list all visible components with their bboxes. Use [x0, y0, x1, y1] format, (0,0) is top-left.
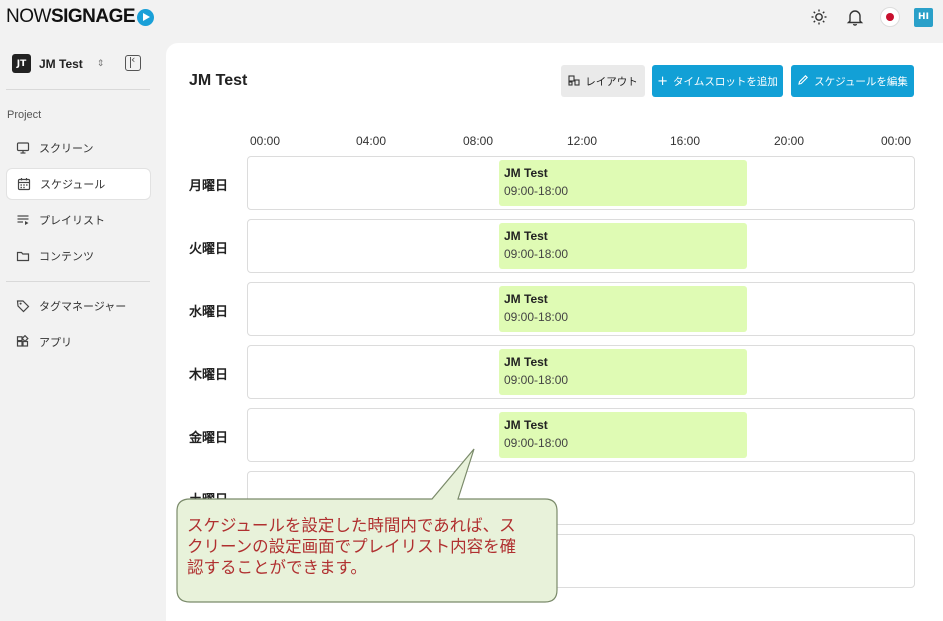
section-label: Project	[7, 109, 42, 121]
time-tick: 12:00	[566, 134, 598, 148]
schedule-row-tuesday[interactable]: JM Test 09:00-18:00	[247, 219, 915, 273]
project-avatar: JT	[12, 54, 31, 73]
project-name: JM Test	[39, 56, 83, 71]
user-avatar[interactable]: HI	[914, 7, 933, 27]
timeslot-time: 09:00-18:00	[504, 184, 569, 198]
edit-schedule-button[interactable]: スケジュールを編集	[791, 65, 914, 97]
sidebar-item-apps[interactable]: アプリ	[6, 326, 151, 358]
timeslot-block[interactable]: JM Test 09:00-18:00	[499, 223, 747, 269]
timeslot-name: JM Test	[504, 166, 548, 180]
calendar-icon	[17, 177, 31, 191]
monitor-icon	[16, 141, 30, 155]
timeslot-time: 09:00-18:00	[504, 373, 569, 387]
logo-text-now: NOW	[6, 6, 51, 27]
tag-icon	[16, 299, 30, 313]
sidebar-item-schedule[interactable]: スケジュール	[6, 168, 151, 200]
top-bar: NOW SIGNAGE HI	[0, 0, 943, 36]
timeslot-name: JM Test	[504, 229, 548, 243]
timeslot-name: JM Test	[504, 355, 548, 369]
day-label-monday: 月曜日	[189, 178, 229, 193]
plus-icon: +	[657, 73, 669, 89]
timeslot-block[interactable]: JM Test 09:00-18:00	[499, 349, 747, 395]
add-timeslot-label: タイムスロットを追加	[673, 75, 778, 88]
callout-text: スケジュールを設定した時間内であれば、ス クリーンの設定画面でプレイリスト内容を…	[187, 515, 547, 578]
sidebar-item-label: プレイリスト	[39, 214, 105, 227]
add-timeslot-button[interactable]: + タイムスロットを追加	[652, 65, 783, 97]
pencil-icon	[797, 74, 809, 89]
callout-line: 認することができます。	[187, 558, 367, 577]
collapse-sidebar-icon[interactable]	[125, 53, 141, 71]
sidebar-item-label: スクリーン	[39, 142, 94, 155]
sidebar-divider	[6, 281, 150, 282]
timeslot-time: 09:00-18:00	[504, 310, 569, 324]
layout-button[interactable]: レイアウト	[561, 65, 645, 97]
edit-schedule-label: スケジュールを編集	[814, 75, 908, 88]
sidebar-item-contents[interactable]: コンテンツ	[6, 240, 151, 272]
sidebar-item-label: コンテンツ	[39, 250, 94, 263]
timeslot-block[interactable]: JM Test 09:00-18:00	[499, 412, 747, 458]
page-title: JM Test	[189, 72, 248, 89]
time-tick: 00:00	[880, 134, 912, 148]
schedule-row-monday[interactable]: JM Test 09:00-18:00	[247, 156, 915, 210]
layout-button-label: レイアウト	[585, 75, 638, 88]
day-label-thursday: 木曜日	[189, 367, 229, 382]
time-tick: 16:00	[669, 134, 701, 148]
language-japan-flag-icon[interactable]	[880, 7, 900, 27]
folder-icon	[16, 249, 30, 263]
schedule-row-thursday[interactable]: JM Test 09:00-18:00	[247, 345, 915, 399]
time-tick: 08:00	[462, 134, 494, 148]
sidebar-item-label: スケジュール	[40, 178, 106, 191]
day-label-friday: 金曜日	[189, 430, 229, 445]
day-label-tuesday: 火曜日	[189, 241, 229, 256]
logo-play-icon	[137, 8, 155, 26]
time-tick: 00:00	[249, 134, 281, 148]
sidebar-item-playlists[interactable]: プレイリスト	[6, 204, 151, 236]
day-label-saturday: 土曜日	[189, 492, 229, 507]
project-switcher-chevron-icon: ⇕	[96, 58, 105, 69]
callout-line: クリーンの設定画面でプレイリスト内容を確	[187, 537, 517, 556]
schedule-row-wednesday[interactable]: JM Test 09:00-18:00	[247, 282, 915, 336]
layout-icon	[568, 74, 580, 89]
theme-toggle-sun-icon[interactable]	[808, 6, 830, 28]
notification-bell-icon[interactable]	[844, 6, 866, 28]
sidebar-item-screens[interactable]: スクリーン	[6, 132, 151, 164]
day-label-wednesday: 水曜日	[189, 304, 229, 319]
schedule-row-friday[interactable]: JM Test 09:00-18:00	[247, 408, 915, 462]
timeslot-block[interactable]: JM Test 09:00-18:00	[499, 160, 747, 206]
callout-line: スケジュールを設定した時間内であれば、ス	[187, 516, 516, 535]
sidebar-divider	[6, 89, 150, 90]
sidebar-item-tag-manager[interactable]: タグマネージャー	[6, 290, 151, 322]
sidebar-item-label: アプリ	[39, 336, 72, 349]
timeslot-block[interactable]: JM Test 09:00-18:00	[499, 286, 747, 332]
timeslot-name: JM Test	[504, 292, 548, 306]
time-tick: 04:00	[355, 134, 387, 148]
sidebar: JT JM Test ⇕ Project スクリーン スケジュール プレイリスト…	[0, 36, 160, 621]
logo-text-signage: SIGNAGE	[50, 6, 136, 27]
nowsignage-logo[interactable]: NOW SIGNAGE	[6, 6, 155, 28]
timeslot-name: JM Test	[504, 418, 548, 432]
sidebar-item-label: タグマネージャー	[39, 300, 127, 313]
timeslot-time: 09:00-18:00	[504, 247, 569, 261]
playlist-icon	[16, 213, 30, 227]
apps-icon	[16, 335, 30, 349]
time-tick: 20:00	[773, 134, 805, 148]
timeslot-time: 09:00-18:00	[504, 436, 569, 450]
